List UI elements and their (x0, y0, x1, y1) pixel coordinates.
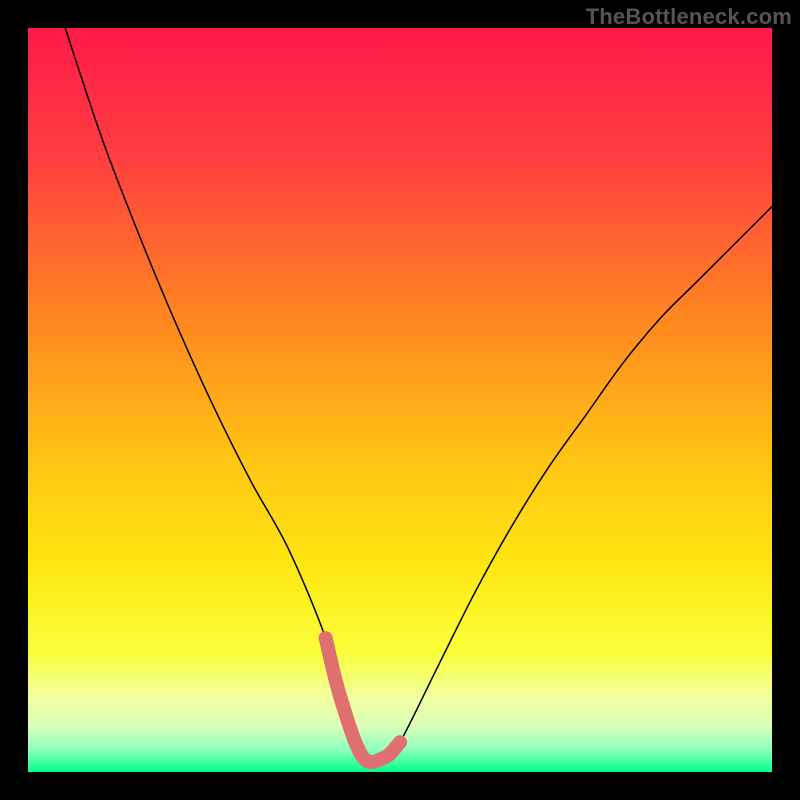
bottleneck-curve-highlight (326, 638, 400, 762)
chart-frame: TheBottleneck.com (0, 0, 800, 800)
watermark-text: TheBottleneck.com (586, 4, 792, 30)
chart-plot-area (28, 28, 772, 772)
chart-curve-layer (28, 28, 772, 772)
bottleneck-curve (65, 28, 772, 762)
